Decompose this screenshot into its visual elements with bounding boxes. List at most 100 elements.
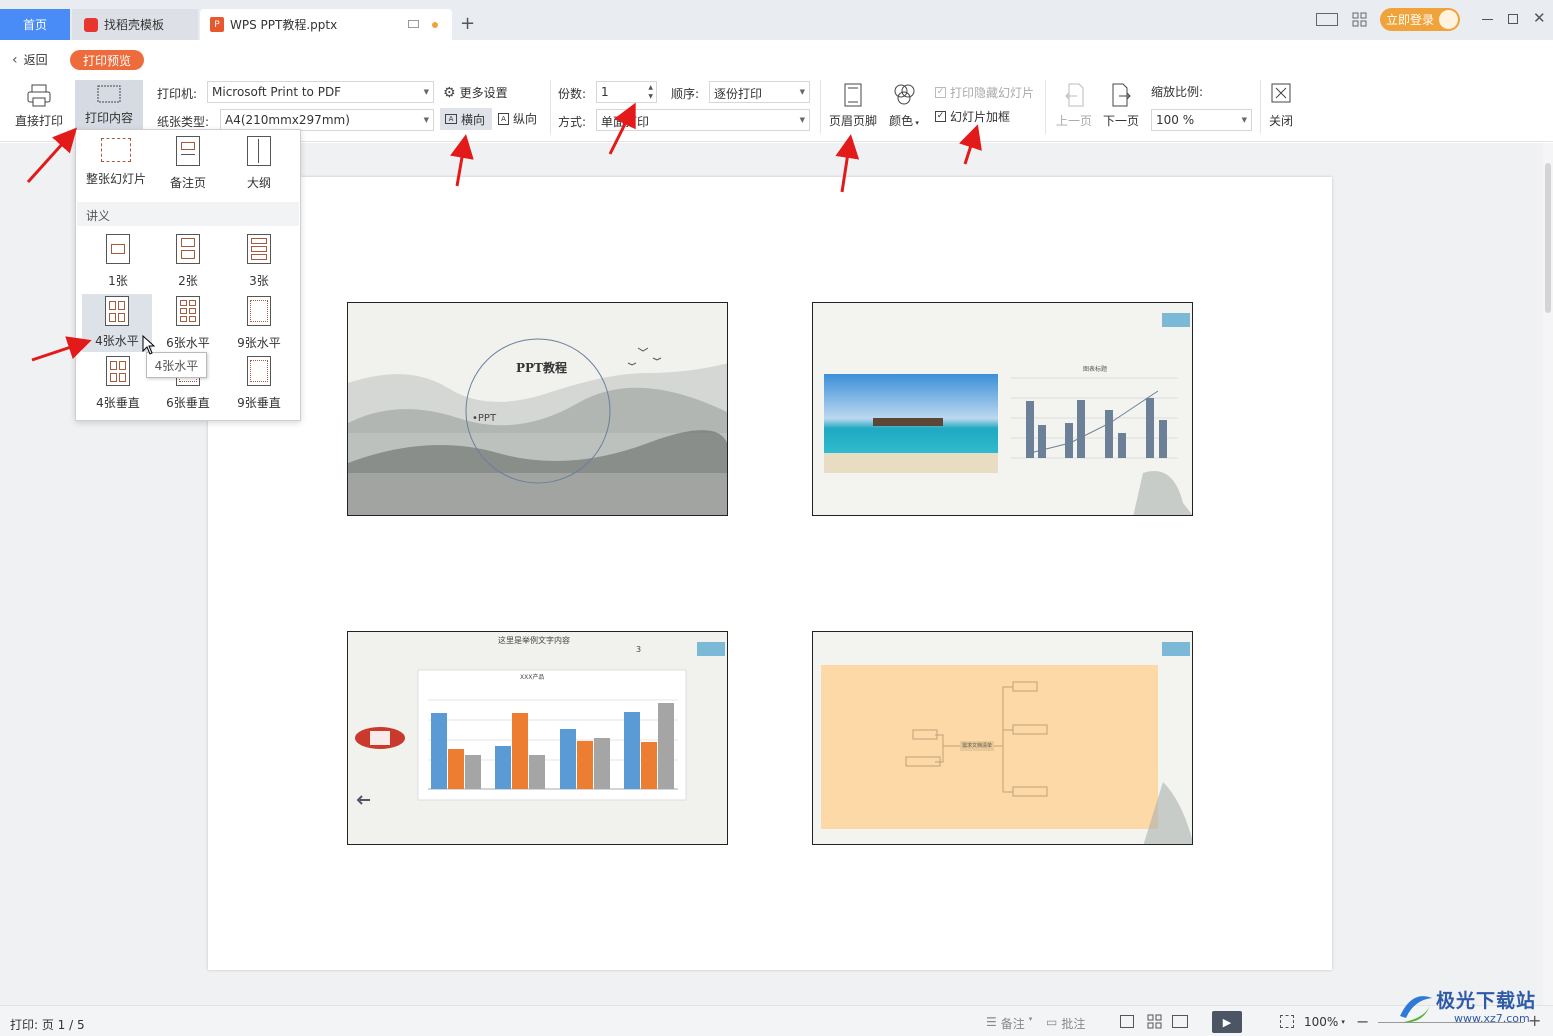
grid-view-icon[interactable] [1147,1014,1162,1029]
tab-document[interactable]: P WPS PPT教程.pptx [200,9,452,40]
new-tab-button[interactable]: + [460,13,475,34]
avatar-icon [1439,10,1458,29]
option-handout-9-horizontal[interactable]: 9张水平 [224,296,294,351]
divider [550,80,551,134]
handout-9v-icon [247,356,271,386]
print-ribbon: ‹ 返回 打印预览 直接打印 打印内容 打印机: Microsoft Print… [0,40,1553,142]
tab-bar: 首页 找稻壳模板 P WPS PPT教程.pptx + 立即登录 ✕ [0,0,1553,40]
printer-select[interactable]: Microsoft Print to PDF ▼ [207,81,434,103]
fit-window-icon[interactable] [1280,1015,1294,1028]
option-handout-2[interactable]: 2张 [153,234,223,289]
divider [1260,80,1261,134]
slide-title: 这里是举例文字内容 [498,636,570,645]
next-page-icon [1112,83,1131,107]
paper-label: 纸张类型: [157,115,210,129]
grid-apps-icon[interactable] [1352,12,1367,27]
chart-title: 图表标题 [1083,366,1108,373]
zoom-out-button[interactable]: − [1356,1012,1369,1031]
more-settings-button[interactable]: ⚙ 更多设置 [443,84,508,101]
close-preview-button[interactable]: 关闭 [1264,82,1298,129]
direct-print-button[interactable]: 直接打印 [8,82,70,129]
split-view-icon[interactable] [1316,13,1338,26]
unsaved-dot-icon [432,22,438,28]
tooltip: 4张水平 [146,352,207,378]
copies-label: 份数: [558,87,587,101]
reading-view-icon[interactable] [1172,1015,1188,1028]
option-full-slide[interactable]: 整张幻灯片 [81,138,151,187]
option-handout-3[interactable]: 3张 [224,234,294,289]
dropdown-arrow-icon: ▼ [423,88,429,96]
minimize-icon[interactable] [1482,19,1493,20]
ppt-file-icon: P [210,17,224,32]
notes-toggle[interactable]: ☰ 备注 ▾ [986,1015,1032,1032]
prev-page-icon [1065,83,1084,107]
order-select[interactable]: 逐份打印 ▼ [709,81,810,103]
landscape-icon: A [445,114,457,124]
portrait-button[interactable]: A 纵向 [498,110,537,127]
color-circles-icon [894,84,915,105]
ink-mountains-image [348,303,727,515]
login-button[interactable]: 立即登录 [1380,8,1460,31]
docer-logo-icon [84,17,98,32]
next-page-button[interactable]: 下一页 [1099,82,1143,129]
handout-section-header: 讲义 [77,202,299,226]
screen-icon[interactable] [408,20,419,28]
handout-4v-icon [106,356,130,386]
prev-page-button[interactable]: 上一页 [1052,82,1096,129]
outline-icon [247,136,271,166]
print-hidden-checkbox[interactable]: ✓ 打印隐藏幻灯片 [935,84,1034,101]
option-handout-6-horizontal[interactable]: 6张水平 [153,296,223,351]
mouse-cursor-icon [142,335,156,355]
chart-title: XXX产品 [520,674,545,681]
maximize-icon[interactable] [1508,14,1518,24]
beach-chart-slide-image [813,303,1192,515]
dropdown-arrow-icon: ▼ [423,116,429,124]
option-handout-4-vertical[interactable]: 4张垂直 [83,356,153,411]
close-window-icon[interactable]: ✕ [1533,9,1546,27]
back-button[interactable]: ‹ 返回 [12,51,48,68]
slide-title: PPT教程 [516,361,567,375]
slide-frame-checkbox[interactable]: ✓ 幻灯片加框 [935,108,1010,125]
slide-frame-icon [97,85,121,103]
option-outline[interactable]: 大纲 [224,136,294,191]
gear-icon: ⚙ [443,84,456,101]
tab-template[interactable]: 找稻壳模板 [72,9,198,40]
slide-thumbnail-4: 需求文档清单 [812,631,1193,845]
stepper-arrows-icon[interactable]: ▲ ▼ [648,83,653,101]
header-footer-button[interactable]: 页眉页脚 [826,82,880,129]
print-preview-badge: 打印预览 [70,50,144,70]
dropdown-arrow-icon: ▼ [799,88,805,96]
printer-label: 打印机: [157,87,198,101]
slide-thumbnail-3: 这里是举例文字内容 3 XXX产品 [347,631,728,845]
mind-map-slide-image [813,632,1192,844]
page-indicator: 打印: 页 1 / 5 [10,1018,85,1032]
paper-select[interactable]: A4(210mmx297mm) ▼ [220,109,434,131]
color-button[interactable]: 颜色 ▾ [884,82,924,129]
print-content-button[interactable]: 打印内容 [75,80,143,130]
vertical-scrollbar[interactable] [1543,143,1553,1005]
tab-home[interactable]: 首页 [0,9,70,40]
comments-toggle[interactable]: ▭ 批注 [1046,1015,1085,1032]
close-box-icon [1271,83,1291,103]
zoom-select[interactable]: 100 % ▼ [1151,109,1252,131]
printer-icon [27,84,51,107]
handout-1-icon [106,234,130,264]
handout-6h-icon [176,296,200,326]
option-handout-1[interactable]: 1张 [83,234,153,289]
copies-stepper[interactable]: 1 ▲ ▼ [596,81,657,103]
option-handout-9-vertical[interactable]: 9张垂直 [224,356,294,411]
header-footer-icon [844,83,862,107]
handout-9h-icon [247,296,271,326]
notes-icon: ☰ [986,1015,997,1029]
mode-select[interactable]: 单面打印 ▼ [596,109,810,131]
landscape-button[interactable]: A 横向 [440,108,492,130]
zoom-level[interactable]: 100% ▾ [1304,1015,1345,1029]
notes-page-icon [176,136,200,166]
normal-view-icon[interactable] [1120,1015,1134,1028]
option-notes-page[interactable]: 备注页 [153,136,223,191]
comment-icon: ▭ [1046,1015,1058,1029]
play-slideshow-button[interactable]: ▶ [1212,1011,1242,1033]
handout-4h-icon [105,296,129,326]
print-page: PPT教程 •PPT 图表标题 这里是举例文字内容 3 XXX产品 需求文档清单 [208,177,1332,970]
checkbox-checked-icon: ✓ [935,111,946,122]
